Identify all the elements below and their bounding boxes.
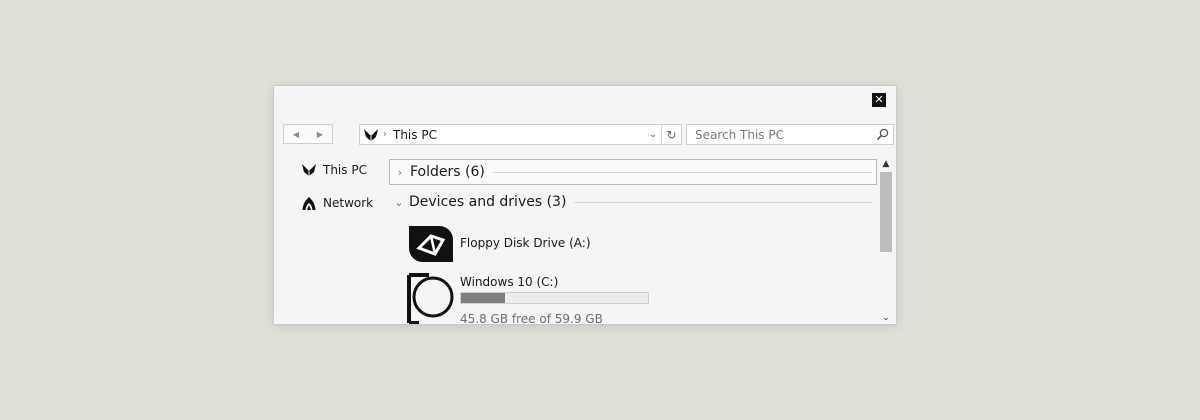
back-button[interactable]: ◀ [284,125,308,143]
search-input[interactable] [687,127,871,142]
network-icon [301,195,317,211]
drive-usage-fill [461,293,505,303]
sidebar-item-this-pc[interactable]: This PC [274,158,384,182]
floppy-drive-icon [407,222,457,272]
this-pc-icon [360,125,382,144]
scroll-up-button[interactable]: ▲ [878,158,894,170]
sidebar-item-network[interactable]: Network [274,191,384,215]
vertical-scrollbar[interactable]: ▲ ⌄ [878,158,894,324]
file-explorer-window: ✕ ◀ ▶ › This PC ⌄ ↻ Search This PC This … [273,85,897,325]
drive-usage-bar [460,292,649,304]
sidebar-item-label: This PC [323,163,367,177]
drive-item-windows[interactable]: Windows 10 (C:) 45.8 GB free of 59.9 GB [389,273,877,325]
hard-drive-icon [407,273,457,324]
content-pane: › Folders (6) ⌄ Devices and drives (3) F… [389,159,877,325]
forward-button[interactable]: ▶ [308,125,332,143]
group-label: Folders (6) [410,164,485,180]
drive-free-space: 45.8 GB free of 59.9 GB [460,312,603,325]
navigation-pane: This PC Network [274,158,384,224]
address-dropdown-button[interactable]: ⌄ [645,125,661,144]
drive-name: Floppy Disk Drive (A:) [460,236,591,250]
group-divider [492,171,872,173]
scroll-down-button[interactable]: ⌄ [878,312,894,324]
group-header-devices[interactable]: ⌄ Devices and drives (3) [389,189,877,215]
drive-name: Windows 10 (C:) [460,275,559,289]
chevron-right-icon: › [397,165,403,179]
refresh-button[interactable]: ↻ [661,125,681,144]
this-pc-icon [301,162,317,178]
chevron-down-icon: ⌄ [394,195,404,209]
breadcrumb-this-pc[interactable]: This PC [393,128,645,142]
navigation-buttons: ◀ ▶ [283,124,333,144]
group-header-folders[interactable]: › Folders (6) [389,159,877,185]
address-bar[interactable]: › This PC ⌄ ↻ [359,124,682,145]
breadcrumb-separator: › [383,129,387,140]
sidebar-item-label: Network [323,196,374,210]
group-divider [574,201,873,203]
group-label: Devices and drives (3) [409,194,567,210]
close-button[interactable]: ✕ [872,93,886,107]
search-icon[interactable] [871,125,893,144]
scroll-thumb[interactable] [880,172,892,252]
drive-item-floppy[interactable]: Floppy Disk Drive (A:) [389,222,877,272]
search-box [686,124,894,145]
